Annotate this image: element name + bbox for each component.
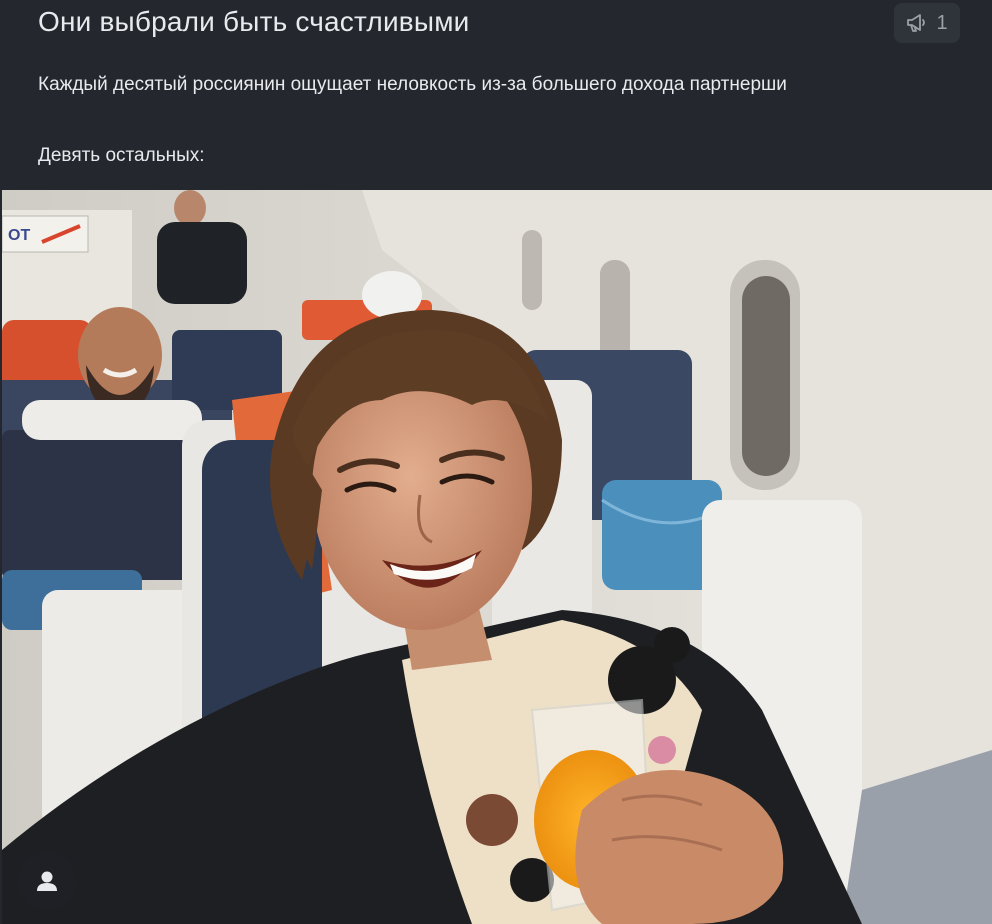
- repost-button[interactable]: 1: [894, 3, 960, 43]
- post-text-line: Каждый десятый россиянин ощущает неловко…: [38, 74, 787, 95]
- post-photo[interactable]: ОТ: [2, 190, 992, 924]
- post-title: Они выбрали быть счастливыми: [38, 6, 470, 37]
- post-card: Они выбрали быть счастливыми 1 Каждый де…: [0, 0, 992, 924]
- repost-count: 1: [936, 11, 948, 34]
- post-header: Они выбрали быть счастливыми 1 Каждый де…: [0, 0, 992, 190]
- post-text-line: Девять остальных:: [38, 145, 205, 166]
- author-avatar-button[interactable]: [18, 852, 76, 910]
- megaphone-icon: [906, 13, 928, 33]
- user-icon: [34, 868, 60, 894]
- airplane-selfie-image: ОТ: [2, 190, 992, 924]
- svg-text:ОТ: ОТ: [8, 227, 30, 244]
